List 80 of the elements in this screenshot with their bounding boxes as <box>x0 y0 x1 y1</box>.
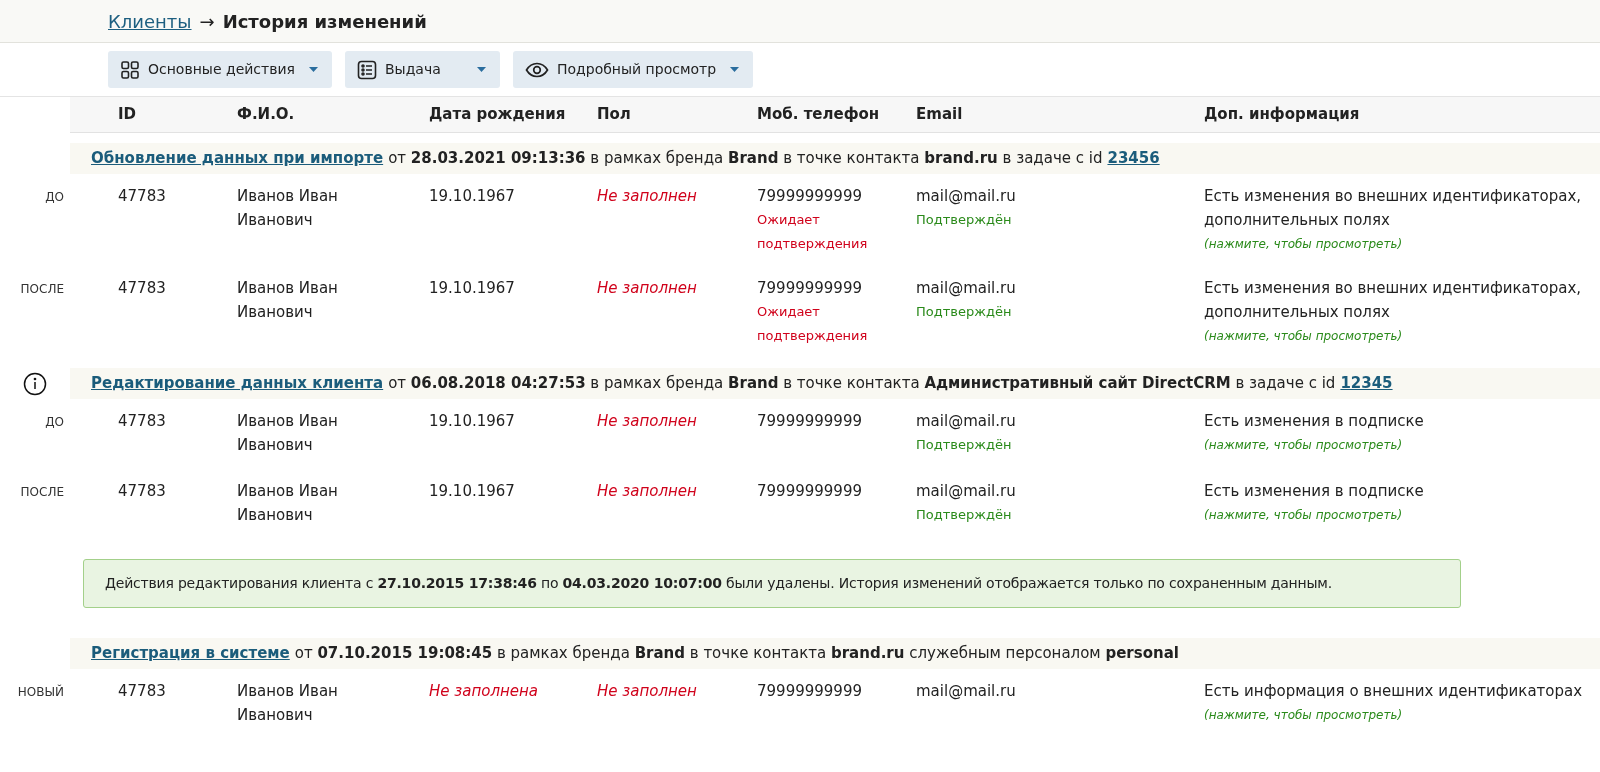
table-cell: 47783 <box>118 412 166 430</box>
status-text: Ожидает подтверждения <box>757 211 867 253</box>
event-link[interactable]: Редактирование данных клиента <box>91 372 384 395</box>
view-link[interactable]: (нажмите, чтобы просмотреть) <box>1204 324 1403 348</box>
status-text: Подтверждён <box>916 303 1013 321</box>
task-link[interactable]: 23456 <box>1107 147 1160 170</box>
table-cell-text: 79999999999 <box>757 411 863 432</box>
view-link[interactable]: (нажмите, чтобы просмотреть) <box>1204 503 1403 527</box>
table-cell-text: Есть изменения в подписке <box>1204 411 1425 432</box>
breadcrumb-separator: → <box>199 9 215 34</box>
table-cell-text: mail@mail.ru <box>916 681 1017 702</box>
table-cell-text: Иванов Иван Иванович <box>237 681 339 726</box>
toolbar-dropdown[interactable]: Подробный просмотр <box>513 51 754 88</box>
table-cell-text: Не заполнен <box>597 681 697 702</box>
table-cell-text: Не заполнен <box>597 186 697 207</box>
event-link[interactable]: Обновление данных при импорте <box>91 147 384 170</box>
event-description: от 07.10.2015 19:08:45 в рамках бренда Brand в точке контакта brand.ru служебным персоналом personal <box>294 643 1179 665</box>
view-link[interactable]: (нажмите, чтобы просмотреть) <box>1204 703 1403 727</box>
table-cell-text: 19.10.1967 <box>429 278 515 299</box>
status-text: Подтверждён <box>916 436 1013 454</box>
row-label: ПОСЛЕ <box>20 484 64 501</box>
event-description: от 06.08.2018 04:27:53 в рамках бренда Brand в точке контакта Административный сайт DirectCRM в задаче с id <box>388 373 1336 395</box>
toolbar-dropdown[interactable]: Выдача <box>345 51 500 88</box>
column-header: Доп. информация <box>1204 105 1360 124</box>
view-link[interactable]: (нажмите, чтобы просмотреть) <box>1204 433 1403 457</box>
breadcrumb-link[interactable]: Клиенты <box>108 7 192 35</box>
row-label: ДО <box>45 414 64 431</box>
table-cell-text: Есть изменения в подписке <box>1204 481 1425 502</box>
column-header: Email <box>916 105 963 124</box>
table-cell-text: Иванов Иван Иванович <box>237 411 339 456</box>
table-cell-text: mail@mail.ru <box>916 481 1017 502</box>
table-cell-text: mail@mail.ru <box>916 278 1017 299</box>
info-icon[interactable] <box>23 371 47 396</box>
caret-icon <box>477 67 486 72</box>
notice-text: Действия редактирования клиента с 27.10.2015 17:38:46 по 04.03.2020 10:07:00 были удалены. История изменений отображается только по сохраненным данным. <box>105 575 1332 591</box>
table-cell-text: 19.10.1967 <box>429 186 515 207</box>
row-label: НОВЫЙ <box>17 683 64 701</box>
table-cell-text: Не заполнен <box>597 278 697 299</box>
caret-icon <box>309 67 318 72</box>
column-header: Пол <box>597 105 631 124</box>
table-cell-text: Иванов Иван Иванович <box>237 481 339 526</box>
table-cell-text: Есть изменения во внешних идентификаторах, дополнительных полях <box>1204 278 1583 323</box>
task-link[interactable]: 12345 <box>1340 372 1393 395</box>
table-cell: 47783 <box>118 187 166 205</box>
eye-icon <box>525 61 549 78</box>
caret-icon <box>730 67 740 72</box>
table-cell: 47783 <box>118 682 166 700</box>
table-cell-text: Не заполнена <box>429 681 539 702</box>
table-cell-text: 19.10.1967 <box>429 481 515 502</box>
list-icon <box>357 59 377 80</box>
table-cell-text: Есть изменения во внешних идентификаторах, дополнительных полях <box>1204 186 1583 231</box>
row-label: ДО <box>45 189 64 206</box>
row-label: ПОСЛЕ <box>20 281 64 298</box>
table-cell-text: Есть информация о внешних идентификаторах <box>1204 681 1584 702</box>
table-cell-text: Иванов Иван Иванович <box>237 186 339 231</box>
toolbar-dropdown[interactable]: Основные действия <box>108 51 332 88</box>
column-header: ID <box>118 105 137 124</box>
column-header: Ф.И.О. <box>237 105 295 124</box>
table-cell-text: 19.10.1967 <box>429 411 515 432</box>
page-title: История изменений <box>222 9 427 34</box>
table-cell-text: 79999999999 <box>757 481 863 502</box>
grid-icon <box>120 59 140 80</box>
table-cell-text: 79999999999 <box>757 278 863 299</box>
view-link[interactable]: (нажмите, чтобы просмотреть) <box>1204 232 1403 256</box>
table-cell-text: 79999999999 <box>757 186 863 207</box>
status-text: Ожидает подтверждения <box>757 303 867 345</box>
table-cell: 47783 <box>118 279 166 297</box>
status-text: Подтверждён <box>916 506 1013 524</box>
column-header: Моб. телефон <box>757 105 880 124</box>
table-cell-text: 79999999999 <box>757 681 863 702</box>
table-cell-text: mail@mail.ru <box>916 411 1017 432</box>
column-header: Дата рождения <box>429 105 566 124</box>
table-cell-text: Не заполнен <box>597 481 697 502</box>
table-cell: 47783 <box>118 482 166 500</box>
table-cell-text: Не заполнен <box>597 411 697 432</box>
table-cell-text: mail@mail.ru <box>916 186 1017 207</box>
table-cell-text: Иванов Иван Иванович <box>237 278 339 323</box>
event-description: от 28.03.2021 09:13:36 в рамках бренда Brand в точке контакта brand.ru в задаче с id <box>388 148 1103 170</box>
status-text: Подтверждён <box>916 211 1013 229</box>
event-link[interactable]: Регистрация в системе <box>91 642 290 665</box>
